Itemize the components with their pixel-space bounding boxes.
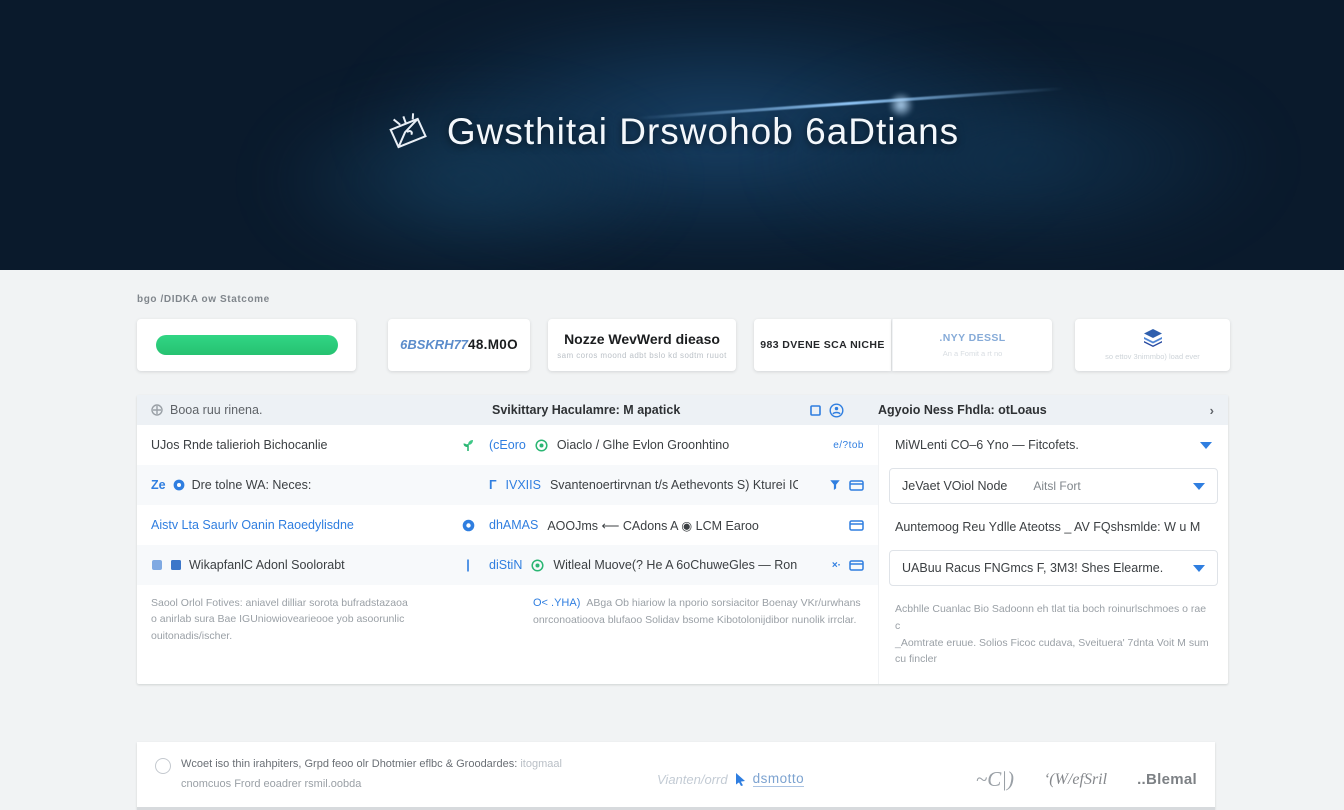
side-footnote-line2: _Aomtrate eruue. Solios Ficoc cudava, Sv…: [895, 635, 1212, 669]
table-row[interactable]: Aistv Lta Saurlv Oanin Raoedylisdne dhAM…: [137, 505, 878, 545]
footer-radio[interactable]: [155, 758, 171, 774]
side-row[interactable]: Auntemoog Reu Ydlle Ateotss _ AV FQshsml…: [879, 507, 1228, 547]
table-row[interactable]: Ze Dre tolne WA: Neces: Γ IVXIIS Svanten…: [137, 465, 878, 505]
footer-link[interactable]: dsmotto: [753, 771, 805, 787]
side-footnote-line1: Acbhlle Cuanlac Bio Sadoonn eh tlat tia …: [895, 601, 1212, 635]
row-link[interactable]: dhAMAS: [489, 518, 538, 532]
footer-text-line2: cnomcuos Frord eoadrer rsmil.oobda: [181, 775, 601, 795]
stat-card-number[interactable]: 6BSKRH7748.M0O: [388, 319, 530, 371]
main-panel: Booa ruu rinena. Svikittary Haculamre: M…: [137, 395, 1228, 684]
layers-icon: [1142, 329, 1164, 347]
brand-logo-icon: [385, 112, 431, 152]
footer-text-line1-tail: itogmaal: [520, 758, 562, 770]
card-icon[interactable]: [849, 560, 864, 571]
stat-link-title: .NYY DESSL: [939, 332, 1005, 344]
row-title: UJos Rnde talierioh Bichocanlie: [151, 438, 327, 452]
row-action-text[interactable]: e/?tob: [833, 440, 864, 451]
stat-value-prefix: 6BSKRH77: [400, 337, 468, 352]
side-select-label: JeVaet VOiol Node: [902, 479, 1007, 493]
stats-section-label: bgo /DIDKA ow Statcome: [137, 294, 1344, 305]
square-dark-icon: [170, 559, 182, 571]
stat-card-label[interactable]: 983 DVENE SCA NICHE: [754, 319, 891, 371]
info-circle-icon: [173, 479, 185, 491]
row-link[interactable]: (cEoro: [489, 438, 526, 452]
green-dot-icon: [535, 439, 548, 452]
row-title: WikapfanlC Adonl Soolorabt: [189, 558, 345, 572]
footer-bar: Wcoet iso thin irahpiters, Grpd feoo olr…: [137, 742, 1215, 810]
records-table: UJos Rnde talierioh Bichocanlie (cEoro O…: [137, 425, 878, 684]
row-link[interactable]: diStiN: [489, 558, 522, 572]
side-row-label: Auntemoog Reu Ydlle Ateotss _ AV FQshsml…: [895, 520, 1200, 534]
chevron-down-icon[interactable]: [1193, 483, 1205, 490]
chevron-down-icon[interactable]: [1200, 442, 1212, 449]
table-header-mid-label: Svikittary Haculamre: M apatick: [492, 403, 680, 417]
row-link[interactable]: IVXIIS: [506, 478, 541, 492]
side-select[interactable]: JeVaet VOiol Node Aitsl Fort: [889, 468, 1218, 504]
footnote-left-line2: o anirlab sura Bae IGUniowiovearieooe yo…: [151, 611, 481, 644]
stat-value: 48.M0O: [468, 337, 518, 352]
partner-logo-1: ~C|): [976, 767, 1014, 792]
table-header-left-label: Booa ruu rinena.: [170, 403, 262, 417]
page: Gwsthitai Drswohob 6aDtians bgo /DIDKA o…: [0, 0, 1344, 810]
grid-icon: [151, 404, 163, 416]
side-select-value: Aitsl Fort: [1033, 479, 1080, 493]
stat-subtitle: sam coros moond adbt bslo kd sodtm ruuot: [557, 351, 726, 360]
footnote-left-line1: Saool Orlol Fotives: aniavel dilliar sor…: [151, 595, 481, 611]
panel-header: Booa ruu rinena. Svikittary Haculamre: M…: [137, 395, 1228, 425]
chevron-down-icon[interactable]: [1193, 565, 1205, 572]
stat-subtitle: so ettov 3nimmbo) load ever: [1105, 352, 1200, 361]
person-circle-icon[interactable]: [829, 403, 844, 418]
card-icon[interactable]: [849, 480, 864, 491]
cursor-bar-icon: |: [466, 558, 470, 572]
stat-card-layers[interactable]: so ettov 3nimmbo) load ever: [1075, 319, 1230, 371]
side-row-label: MiWLenti CO–6 Yno — Fitcofets.: [895, 438, 1079, 452]
square-outline-icon[interactable]: [810, 405, 821, 416]
row-detail: Oiaclo / Glhe Evlon Groonhtino: [557, 438, 729, 452]
card-icon[interactable]: [849, 520, 864, 531]
stats-section: bgo /DIDKA ow Statcome 6BSKRH7748.M0O No…: [0, 270, 1344, 371]
footer-faded-label: Vianten/orrd: [657, 772, 728, 787]
side-footnote: Acbhlle Cuanlac Bio Sadoonn eh tlat tia …: [879, 589, 1228, 684]
stat-card-progress[interactable]: [137, 319, 356, 371]
row-title: Dre tolne WA: Neces:: [192, 478, 312, 492]
footer-text-line1: Wcoet iso thin irahpiters, Grpd feoo olr…: [181, 758, 517, 770]
row-symbol: Γ: [489, 478, 497, 492]
footnote-link[interactable]: O< .YHA): [533, 597, 580, 609]
side-panel-header: Agyoio Ness Fhdla: otLoaus ›: [856, 395, 1228, 425]
stat-card-title-sub[interactable]: Nozze WevWerd dieaso sam coros moond adb…: [548, 319, 736, 371]
footnote-mid-line2: onrconoatioova blufaoo Solidav bsome Kib…: [533, 612, 864, 628]
table-footnote: Saool Orlol Fotives: aniavel dilliar sor…: [137, 585, 878, 662]
filter-icon[interactable]: [829, 479, 841, 491]
refresh-circle-icon: [447, 519, 489, 532]
table-row[interactable]: WikapfanlC Adonl Soolorabt | diStiN Witl…: [137, 545, 878, 585]
close-icon[interactable]: ×·: [832, 560, 841, 571]
side-header-label: Agyoio Ness Fhdla: otLoaus: [878, 403, 1047, 417]
hero-banner: Gwsthitai Drswohob 6aDtians: [0, 0, 1344, 270]
stat-title: 983 DVENE SCA NICHE: [760, 339, 885, 351]
stat-card-link[interactable]: .NYY DESSL An a Fomit a rt no: [892, 319, 1052, 371]
partner-logo-2: ʻ(W/efSril: [1044, 771, 1107, 789]
side-row[interactable]: MiWLenti CO–6 Yno — Fitcofets.: [879, 425, 1228, 465]
footnote-mid-line1: ABga Ob hiariow la nporio sorsiacitor Bo…: [586, 597, 860, 609]
row-detail: Svantenoertirvnan t/s Aethevonts S) Ktur…: [550, 478, 798, 492]
table-row[interactable]: UJos Rnde talierioh Bichocanlie (cEoro O…: [137, 425, 878, 465]
partner-logo-3: ..Blemal: [1137, 771, 1197, 788]
cursor-icon: [735, 773, 746, 786]
row-detail: Witleal Muove(? He A 6oChuweGles — Ron b…: [553, 558, 798, 572]
stat-title: Nozze WevWerd dieaso: [564, 331, 720, 347]
side-select-label: UABuu Racus FNGmcs F, 3M3! Shes Elearme.: [902, 561, 1163, 575]
page-title: Gwsthitai Drswohob 6aDtians: [447, 111, 959, 153]
row-prefix: Ze: [151, 478, 166, 492]
side-select[interactable]: UABuu Racus FNGmcs F, 3M3! Shes Elearme.: [889, 550, 1218, 586]
row-detail: AOOJms ⟵ CAdons A ◉ LCM Earoo: [547, 518, 759, 533]
progress-pill: [156, 335, 338, 355]
side-panel: MiWLenti CO–6 Yno — Fitcofets. JeVaet VO…: [878, 425, 1228, 684]
square-light-icon: [151, 559, 163, 571]
green-dot-icon: [531, 559, 544, 572]
sprout-icon: [447, 438, 489, 452]
row-title-link[interactable]: Aistv Lta Saurlv Oanin Raoedylisdne: [151, 518, 354, 532]
chevron-right-icon[interactable]: ›: [1210, 403, 1228, 418]
stat-subtitle: An a Fomit a rt no: [943, 349, 1003, 358]
